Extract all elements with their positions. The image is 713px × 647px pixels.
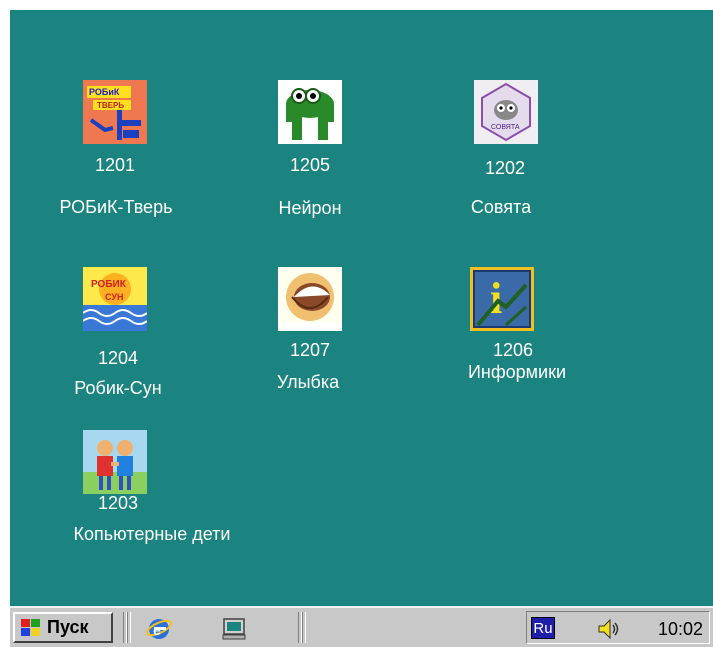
icon-label: Копьютерные дети xyxy=(73,524,231,544)
taskbar: Пуск e Ru 10:02 xyxy=(10,606,713,647)
icon-label: Робик-Сун xyxy=(74,378,162,398)
start-button[interactable]: Пуск xyxy=(13,612,113,643)
icon-label: РОБиК-Тверь xyxy=(59,197,173,217)
start-label: Пуск xyxy=(47,617,89,637)
icon-number: 1206 xyxy=(492,340,534,360)
show-desktop-icon[interactable] xyxy=(220,614,248,642)
robik-sun-icon[interactable]: РОБИК СУН xyxy=(83,267,147,331)
kids-icon[interactable] xyxy=(83,430,147,494)
owl-icon[interactable]: СОВЯТА xyxy=(474,80,538,144)
clock[interactable]: 10:02 xyxy=(658,619,703,640)
icon-number: 1202 xyxy=(484,158,526,178)
icon-number: 1207 xyxy=(289,340,331,360)
robik-sun-logo-text-1: РОБИК xyxy=(91,279,127,290)
system-tray: Ru 10:02 xyxy=(526,611,710,644)
icon-label: Информики xyxy=(467,362,567,382)
robik-tver-logo-text-2: ТВЕРЬ xyxy=(97,101,124,110)
icon-number: 1203 xyxy=(97,493,139,513)
robik-tver-logo-text-1: РОБиК xyxy=(89,87,120,97)
robik-tver-icon[interactable]: РОБиК ТВЕРЬ xyxy=(83,80,147,144)
icon-number: 1204 xyxy=(97,348,139,368)
icon-number: 1205 xyxy=(289,155,331,175)
smile-icon[interactable] xyxy=(278,267,342,331)
desktop: РОБиК ТВЕРЬ 1201 РОБиК-Тверь 1205 Нейрон… xyxy=(10,10,713,606)
robik-sun-logo-text-2: СУН xyxy=(105,292,123,302)
icon-label: Совята xyxy=(470,197,532,217)
icon-label: Улыбка xyxy=(276,372,340,392)
windows-logo-icon xyxy=(21,618,40,636)
language-indicator[interactable]: Ru xyxy=(531,617,555,639)
screen: РОБиК ТВЕРЬ 1201 РОБиК-Тверь 1205 Нейрон… xyxy=(10,10,713,647)
icon-number: 1201 xyxy=(94,155,136,175)
taskbar-separator xyxy=(127,612,131,643)
frog-icon[interactable] xyxy=(278,80,342,144)
info-letter-icon[interactable]: i xyxy=(470,267,534,331)
internet-explorer-icon[interactable]: e xyxy=(145,614,173,642)
speaker-icon[interactable] xyxy=(595,616,621,642)
svg-text:e: e xyxy=(153,622,161,638)
icon-label: Нейрон xyxy=(278,198,342,218)
informiki-logo-text: i xyxy=(490,274,502,323)
sovyata-logo-text: СОВЯТА xyxy=(491,124,520,131)
taskbar-separator xyxy=(302,612,306,643)
